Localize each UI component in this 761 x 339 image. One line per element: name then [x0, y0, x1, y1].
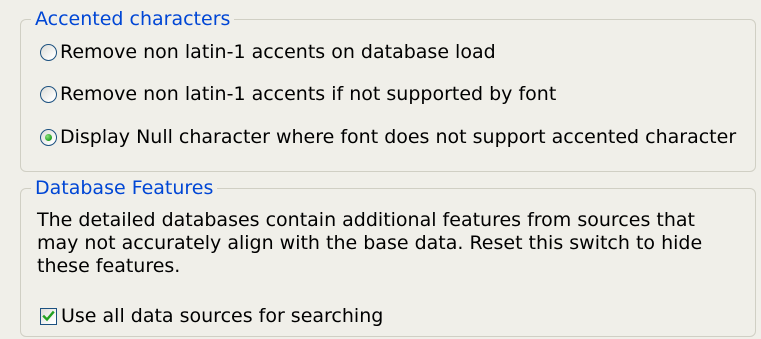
radio-label: Remove non latin-1 accents if not suppor…: [60, 83, 557, 105]
radio-label: Remove non latin-1 accents on database l…: [60, 41, 496, 63]
database-features-group: Database Features The detailed databases…: [20, 177, 756, 337]
database-features-description: The detailed databases contain additiona…: [37, 209, 703, 277]
radio-button-icon[interactable]: [40, 43, 57, 61]
radio-button-icon[interactable]: [40, 85, 57, 103]
radio-display-null-character[interactable]: Display Null character where font does n…: [40, 125, 736, 149]
radio-label: Display Null character where font does n…: [60, 126, 737, 148]
radio-remove-on-load[interactable]: Remove non latin-1 accents on database l…: [40, 40, 496, 64]
database-features-legend: Database Features: [31, 177, 218, 199]
accented-characters-legend: Accented characters: [31, 8, 235, 30]
checkbox-checked-icon[interactable]: [40, 307, 57, 325]
use-all-data-sources-checkbox[interactable]: Use all data sources for searching: [40, 304, 383, 328]
radio-button-selected-icon[interactable]: [40, 128, 57, 146]
accented-characters-group: Accented characters Remove non latin-1 a…: [20, 8, 756, 172]
radio-remove-if-unsupported[interactable]: Remove non latin-1 accents if not suppor…: [40, 82, 556, 106]
radio-selected-dot: [45, 133, 52, 141]
checkbox-label: Use all data sources for searching: [61, 305, 384, 327]
checkmark-icon: [42, 310, 55, 321]
